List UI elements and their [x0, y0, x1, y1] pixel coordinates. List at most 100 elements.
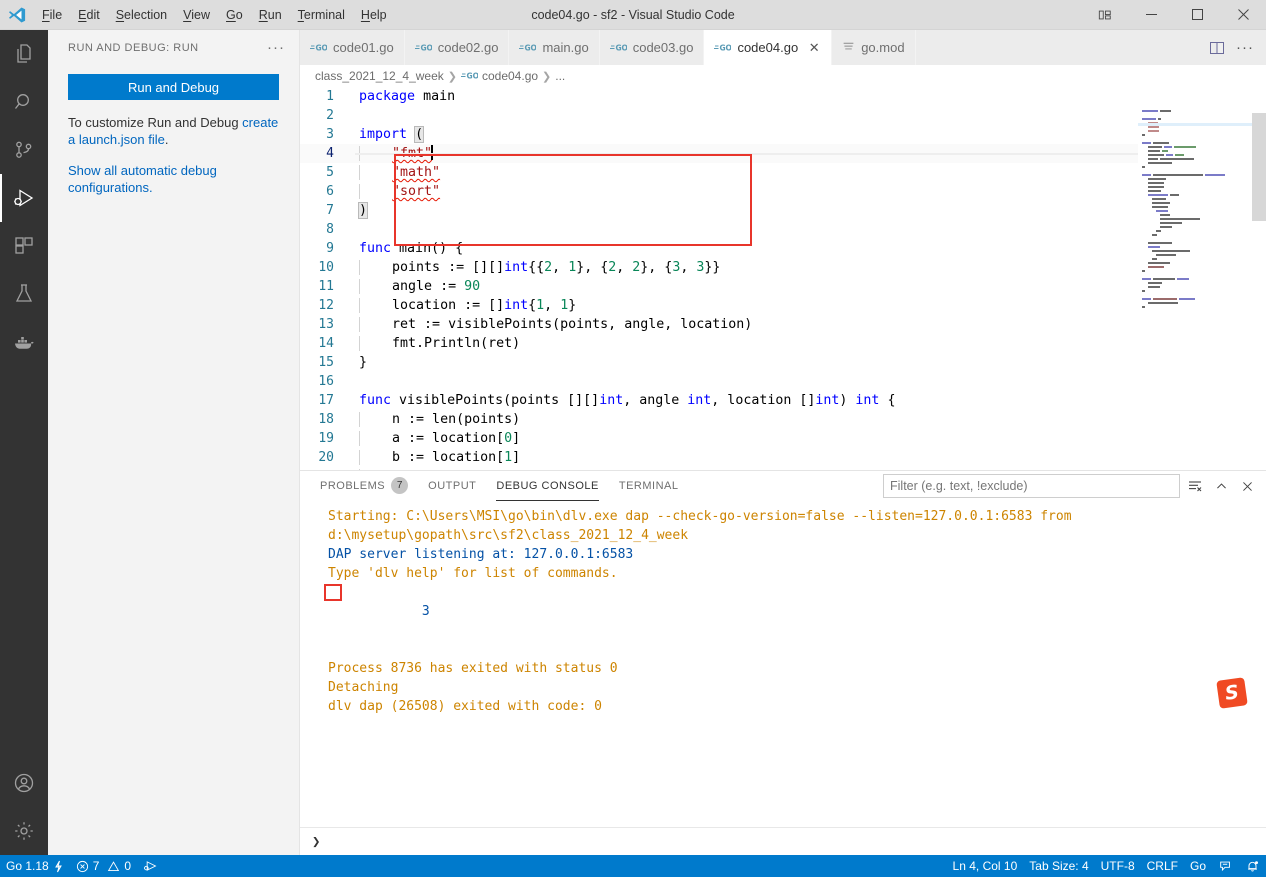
search-icon[interactable]	[0, 78, 48, 126]
status-go-version[interactable]: Go 1.18	[0, 855, 70, 877]
code-line: 13 ret := visiblePoints(points, angle, l…	[300, 315, 1266, 334]
status-bar: Go 1.18 7 0 Ln 4, Col 10 Tab Size: 4 UTF…	[0, 855, 1266, 877]
vscode-logo-icon	[0, 6, 34, 24]
code-line: 19 a := location[0]	[300, 429, 1266, 448]
tab-main-go[interactable]: GO main.go	[509, 30, 600, 65]
status-tab-size[interactable]: Tab Size: 4	[1023, 855, 1094, 877]
go-file-icon: GO	[460, 70, 479, 83]
panel-tab-problems[interactable]: PROBLEMS 7	[320, 471, 409, 501]
code-line: 1 package main	[300, 87, 1266, 106]
breadcrumb-symbol[interactable]: ...	[555, 69, 565, 83]
code-line: 21 zero := 0	[300, 467, 1266, 470]
docker-whale-icon[interactable]	[0, 318, 48, 366]
maximize-icon[interactable]	[1174, 0, 1220, 30]
console-line: Starting: C:\Users\MSI\go\bin\dlv.exe da…	[328, 509, 1080, 543]
panel-tab-terminal[interactable]: TERMINAL	[619, 471, 679, 501]
status-eol[interactable]: CRLF	[1141, 855, 1184, 877]
panel-tab-output[interactable]: OUTPUT	[428, 471, 476, 501]
menu-edit[interactable]: Edit	[70, 0, 108, 30]
panel-header: PROBLEMS 7 OUTPUT DEBUG CONSOLE TERMINAL	[300, 471, 1266, 501]
line-text: zero := 0	[355, 467, 464, 470]
activity-bar	[0, 30, 48, 855]
status-cursor-position[interactable]: Ln 4, Col 10	[947, 855, 1024, 877]
files-icon[interactable]	[0, 30, 48, 78]
editor-scrollbar[interactable]	[1252, 87, 1266, 470]
run-and-debug-button[interactable]: Run and Debug	[68, 74, 279, 100]
line-number: 4	[326, 146, 334, 161]
editor-scrollbar-thumb[interactable]	[1252, 113, 1266, 221]
customize-hint-period: .	[164, 132, 169, 147]
mod-file-icon	[842, 40, 855, 56]
status-debug-alt[interactable]	[137, 855, 164, 877]
status-feedback[interactable]	[1212, 855, 1239, 877]
line-text: angle := 90	[355, 277, 480, 296]
sidebar-more-icon[interactable]: ···	[261, 39, 291, 57]
code-line: 9 func main() {	[300, 239, 1266, 258]
account-icon[interactable]	[0, 759, 48, 807]
tab-go-mod[interactable]: go.mod	[832, 30, 916, 65]
svg-text:GO: GO	[466, 71, 478, 80]
extensions-icon[interactable]	[0, 222, 48, 270]
breadcrumb-folder[interactable]: class_2021_12_4_week	[315, 69, 444, 83]
layout-toggle-icon[interactable]	[1082, 0, 1128, 30]
editor-group: GO code01.go GO code02.go GO main.go GO …	[300, 30, 1266, 855]
line-number: 13	[318, 317, 334, 332]
line-number: 7	[326, 203, 334, 218]
editor-tabbar-actions: ···	[1204, 30, 1266, 65]
menu-selection[interactable]: Selection	[108, 0, 175, 30]
clear-console-icon[interactable]	[1184, 475, 1206, 497]
tab-code03-go[interactable]: GO code03.go	[599, 30, 705, 65]
menu-run[interactable]: Run	[251, 0, 290, 30]
menu-view[interactable]: View	[175, 0, 218, 30]
tab-label: go.mod	[861, 40, 905, 55]
breadcrumb-file-label: code04.go	[481, 69, 539, 83]
chevron-up-icon[interactable]	[1210, 475, 1232, 497]
editor-more-actions-icon[interactable]: ···	[1232, 30, 1258, 65]
menu-terminal[interactable]: Terminal	[290, 0, 353, 30]
show-all-configs-link[interactable]: Show all automatic debug configurations.	[68, 162, 279, 196]
minimap[interactable]	[1138, 87, 1252, 470]
debug-console-repl-input[interactable]: ❯	[300, 827, 1266, 855]
beaker-icon[interactable]	[0, 270, 48, 318]
status-encoding[interactable]: UTF-8	[1095, 855, 1141, 877]
debug-console-output[interactable]: Starting: C:\Users\MSI\go\bin\dlv.exe da…	[300, 501, 1266, 827]
ellipsis-icon: ···	[1236, 38, 1254, 56]
panel-tab-debug-console[interactable]: DEBUG CONSOLE	[496, 471, 599, 501]
code-line: 5 "math"	[300, 163, 1266, 182]
console-filter-input[interactable]	[883, 474, 1180, 498]
close-panel-icon[interactable]	[1236, 475, 1258, 497]
go-file-icon: GO	[609, 42, 627, 53]
line-number: 6	[326, 184, 334, 199]
vscode-window: File Edit Selection View Go Run Terminal…	[0, 0, 1266, 877]
line-number: 14	[318, 336, 334, 351]
code-line: 17 func visiblePoints(points [][]int, an…	[300, 391, 1266, 410]
status-problems[interactable]: 7 0	[70, 855, 137, 877]
tab-code04-go[interactable]: GO code04.go ✕	[704, 30, 833, 65]
line-text: ret := visiblePoints(points, angle, loca…	[355, 315, 752, 334]
code-editor[interactable]: 1 package main 2 3 import ( 4 "fmt" 5 "m…	[300, 87, 1266, 470]
status-language-mode[interactable]: Go	[1184, 855, 1212, 877]
line-text: }	[359, 355, 368, 370]
menu-help[interactable]: Help	[353, 0, 395, 30]
status-notifications[interactable]	[1239, 855, 1266, 877]
close-icon[interactable]	[1220, 0, 1266, 30]
run-debug-icon[interactable]	[0, 174, 48, 222]
customize-hint: To customize Run and Debug create a laun…	[68, 114, 279, 148]
menu-file[interactable]: File	[34, 0, 70, 30]
tab-code01-go[interactable]: GO code01.go	[300, 30, 405, 65]
line-text: package main	[359, 89, 456, 104]
menu-bar: File Edit Selection View Go Run Terminal…	[34, 0, 395, 30]
tab-close-icon[interactable]: ✕	[807, 40, 821, 56]
line-number: 10	[318, 260, 334, 275]
minimize-icon[interactable]	[1128, 0, 1174, 30]
line-number: 21	[300, 467, 355, 470]
gear-icon[interactable]	[0, 807, 48, 855]
tab-code02-go[interactable]: GO code02.go	[404, 30, 510, 65]
menu-go[interactable]: Go	[218, 0, 251, 30]
breadcrumb-file[interactable]: GO code04.go	[460, 69, 539, 83]
code-line: 15 }	[300, 353, 1266, 372]
panel-tab-label: OUTPUT	[428, 479, 477, 492]
split-editor-icon[interactable]	[1204, 30, 1230, 65]
tab-label: main.go	[542, 40, 589, 55]
source-control-icon[interactable]	[0, 126, 48, 174]
